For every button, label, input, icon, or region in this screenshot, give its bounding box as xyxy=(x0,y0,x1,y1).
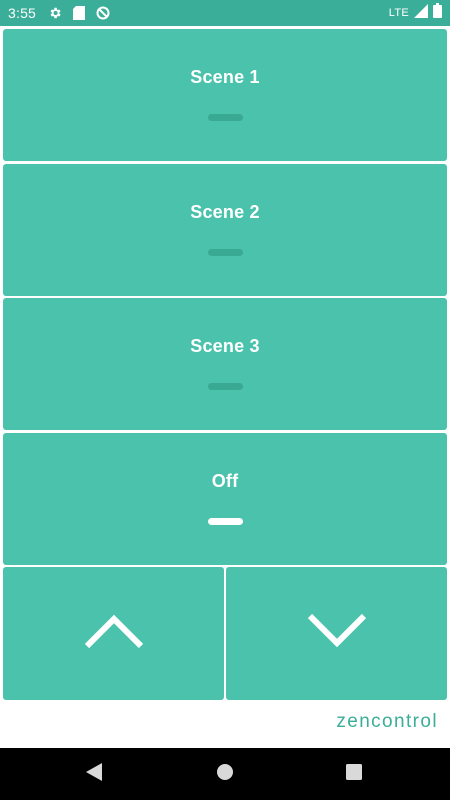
scene-2-button[interactable]: Scene 2 xyxy=(3,164,447,296)
scene-indicator-active xyxy=(207,518,243,525)
navigation-bar xyxy=(0,748,450,800)
scene-indicator xyxy=(207,383,243,390)
chevron-down-icon xyxy=(307,613,367,654)
home-button[interactable] xyxy=(195,748,255,800)
sync-off-icon xyxy=(94,4,112,22)
off-button[interactable]: Off xyxy=(3,433,447,565)
scene-label: Scene 2 xyxy=(190,202,260,222)
scene-indicator xyxy=(207,114,243,121)
recents-button[interactable] xyxy=(324,748,384,800)
scene-indicator xyxy=(207,249,243,256)
signal-icon xyxy=(414,3,428,23)
chevron-up-icon xyxy=(84,613,144,654)
back-button[interactable] xyxy=(64,748,124,800)
scene-label: Scene 3 xyxy=(190,336,260,356)
status-bar: 3:55 LTE xyxy=(0,0,450,26)
status-time: 3:55 xyxy=(8,5,37,21)
scene-label: Scene 1 xyxy=(190,67,260,87)
network-type: LTE xyxy=(388,7,409,19)
scene-3-button[interactable]: Scene 3 xyxy=(3,298,447,430)
gear-icon xyxy=(46,4,64,22)
scene-label: Off xyxy=(211,471,239,491)
scene-1-button[interactable]: Scene 1 xyxy=(3,29,447,161)
recents-icon xyxy=(346,763,362,785)
sd-card-icon xyxy=(70,4,88,22)
brightness-down-button[interactable] xyxy=(226,567,447,700)
back-icon xyxy=(86,762,102,786)
home-icon xyxy=(216,763,234,786)
brand-logo: zencontrol xyxy=(336,711,438,732)
brightness-up-button[interactable] xyxy=(3,567,224,700)
battery-icon xyxy=(433,3,442,23)
